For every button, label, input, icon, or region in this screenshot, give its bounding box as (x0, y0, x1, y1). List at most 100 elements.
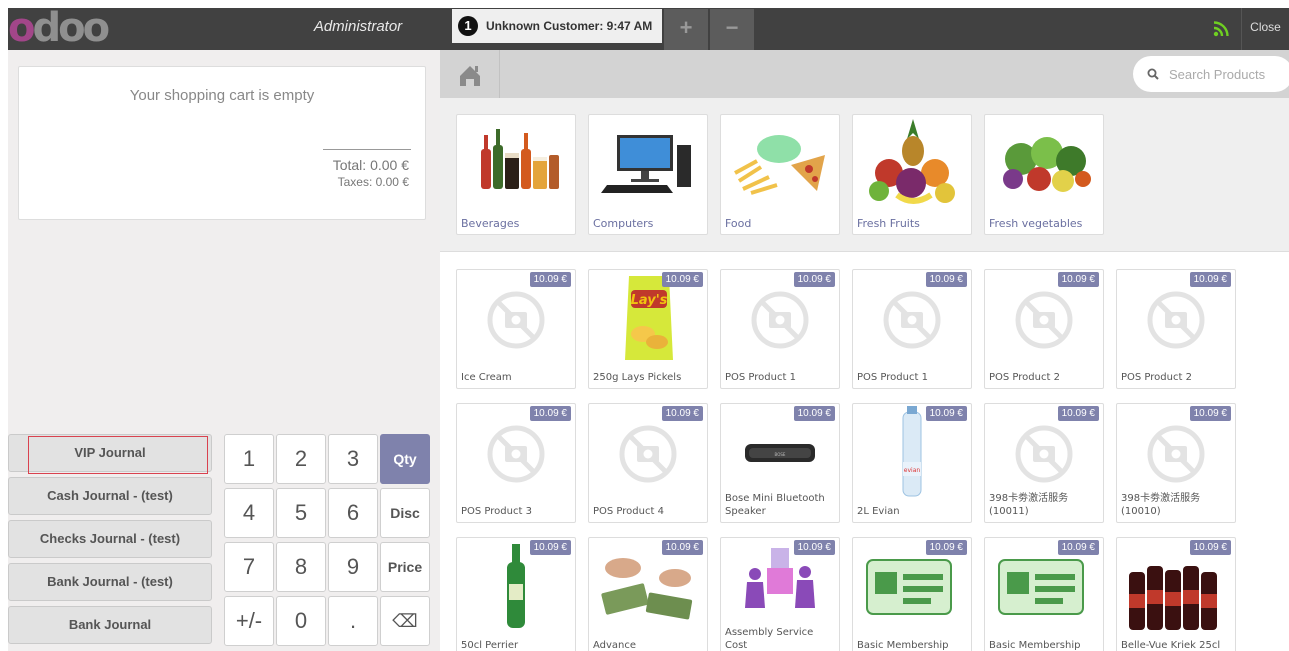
price-tag: 10.09 € (661, 272, 703, 287)
category-food[interactable]: Food (720, 114, 840, 235)
product-tile[interactable]: 10.09 € POS Product 2 (1116, 269, 1236, 389)
order-total: Total: 0.00 € (332, 157, 409, 173)
product-tile[interactable]: 10.09 € 398卡劵激活服务 (10011) (984, 403, 1104, 523)
payment-method-bank-journal[interactable]: Bank Journal (8, 606, 212, 644)
right-pane: Beverages Computers Food (440, 50, 1289, 651)
category-list: Beverages Computers Food Fresh Fruits Fr… (440, 98, 1289, 252)
price-tag: 10.09 € (1189, 406, 1231, 421)
price-tag: 10.09 € (529, 406, 571, 421)
product-tile[interactable]: 10.09 € POS Product 2 (984, 269, 1104, 389)
category-beverages[interactable]: Beverages (456, 114, 576, 235)
price-tag: 10.09 € (1057, 540, 1099, 555)
product-tile[interactable]: 10.09 € POS Product 4 (588, 403, 708, 523)
numpad-key-3[interactable]: 3 (328, 434, 378, 484)
top-bar: odoo Administrator 1 Unknown Customer: 9… (8, 8, 1289, 50)
home-category-button[interactable] (440, 50, 500, 98)
product-tile[interactable]: 10.09 € Belle-Vue Kriek 25cl (1116, 537, 1236, 651)
empty-cart-message: Your shopping cart is empty (129, 87, 315, 104)
price-tag: 10.09 € (925, 272, 967, 287)
price-tag: 10.09 € (661, 540, 703, 555)
price-tag: 10.09 € (925, 406, 967, 421)
price-tag: 10.09 € (925, 540, 967, 555)
computer-image (601, 135, 691, 193)
product-tile[interactable]: Lay's 10.09 € 250g Lays Pickels (588, 269, 708, 389)
fruits-image (869, 119, 955, 204)
numpad-mode-disc[interactable]: Disc (380, 488, 430, 538)
product-tile[interactable]: 10.09 € Basic Membership (984, 537, 1104, 651)
payment-method-vip-journal[interactable]: VIP Journal (8, 434, 212, 472)
product-tile[interactable]: 10.09 € Ice Cream (456, 269, 576, 389)
svg-text:evian: evian (904, 467, 921, 474)
svg-text:Lay's: Lay's (631, 293, 668, 308)
numpad-key-7[interactable]: 7 (224, 542, 274, 592)
category-computers[interactable]: Computers (588, 114, 708, 235)
product-name: Basic Membership (989, 640, 1081, 651)
product-name: Ice Cream (461, 372, 512, 383)
product-name: 398卡劵激活服务 (10010) (1121, 493, 1201, 517)
close-button[interactable]: Close (1241, 8, 1289, 50)
numpad-key-8[interactable]: 8 (276, 542, 326, 592)
numpad-key-0[interactable]: 0 (276, 596, 326, 646)
numpad-key-9[interactable]: 9 (328, 542, 378, 592)
order-tab-label: Unknown Customer: 9:47 AM (486, 19, 653, 33)
product-tile[interactable]: BOSE 10.09 € Bose Mini Bluetooth Speaker (720, 403, 840, 523)
product-name: POS Product 1 (725, 372, 796, 383)
product-tile[interactable]: 10.09 € 398卡劵激活服务 (10010) (1116, 403, 1236, 523)
numpad-key-1[interactable]: 1 (224, 434, 274, 484)
price-tag: 10.09 € (1189, 540, 1231, 555)
numpad-mode-price[interactable]: Price (380, 542, 430, 592)
product-name: 250g Lays Pickels (593, 372, 682, 383)
product-name: Bose Mini Bluetooth Speaker (725, 493, 825, 517)
category-fresh-fruits[interactable]: Fresh Fruits (852, 114, 972, 235)
product-search-box[interactable] (1133, 56, 1289, 92)
product-tile[interactable]: 10.09 € Assembly Service Cost (720, 537, 840, 651)
product-name: Belle-Vue Kriek 25cl (1121, 640, 1221, 651)
add-order-button[interactable]: + (664, 9, 708, 50)
numpad-mode-qty[interactable]: Qty (380, 434, 430, 484)
left-pane: Your shopping cart is empty Total: 0.00 … (8, 50, 440, 651)
payment-method-bank-journal-test[interactable]: Bank Journal - (test) (8, 563, 212, 601)
price-tag: 10.09 € (661, 406, 703, 421)
payment-method-checks-journal[interactable]: Checks Journal - (test) (8, 520, 212, 558)
remove-order-button[interactable]: − (710, 9, 754, 50)
order-tab-current[interactable]: 1 Unknown Customer: 9:47 AM (452, 9, 663, 43)
category-name: Food (725, 217, 752, 230)
category-breadcrumb-bar (440, 50, 1289, 98)
svg-text:BOSE: BOSE (775, 452, 786, 457)
odoo-logo: odoo (8, 5, 110, 51)
order-summary: Your shopping cart is empty Total: 0.00 … (18, 66, 426, 220)
product-tile[interactable]: 10.09 € 50cl Perrier (456, 537, 576, 651)
product-name: 2L Evian (857, 506, 900, 517)
beverages-image (481, 129, 559, 189)
product-tile[interactable]: evian 10.09 € 2L Evian (852, 403, 972, 523)
category-name: Beverages (461, 217, 520, 230)
numpad-key-6[interactable]: 6 (328, 488, 378, 538)
product-name: Assembly Service Cost (725, 627, 814, 651)
product-name: POS Product 1 (857, 372, 928, 383)
summary-divider (323, 149, 411, 150)
search-input[interactable] (1169, 66, 1284, 82)
product-tile[interactable]: 10.09 € POS Product 1 (852, 269, 972, 389)
category-name: Computers (593, 217, 654, 230)
product-tile[interactable]: 10.09 € Advance (588, 537, 708, 651)
product-name: POS Product 2 (989, 372, 1060, 383)
home-icon (460, 66, 480, 86)
numpad-key-5[interactable]: 5 (276, 488, 326, 538)
price-tag: 10.09 € (793, 272, 835, 287)
numpad-key-4[interactable]: 4 (224, 488, 274, 538)
wifi-status-icon[interactable] (1201, 8, 1241, 50)
price-tag: 10.09 € (1057, 272, 1099, 287)
backspace-icon[interactable]: ⌫ (380, 596, 430, 646)
numpad-key-2[interactable]: 2 (276, 434, 326, 484)
product-tile[interactable]: 10.09 € POS Product 3 (456, 403, 576, 523)
order-number-badge: 1 (458, 16, 478, 36)
payment-method-cash-journal[interactable]: Cash Journal - (test) (8, 477, 212, 515)
product-tile[interactable]: 10.09 € POS Product 1 (720, 269, 840, 389)
product-name: Advance (593, 640, 637, 651)
numpad-key-dot[interactable]: . (328, 596, 378, 646)
product-tile[interactable]: 10.09 € Basic Membership (852, 537, 972, 651)
numpad-key-plus-minus[interactable]: +/- (224, 596, 274, 646)
category-fresh-vegetables[interactable]: Fresh vegetables (984, 114, 1104, 235)
user-name[interactable]: Administrator (268, 8, 448, 50)
price-tag: 10.09 € (529, 540, 571, 555)
